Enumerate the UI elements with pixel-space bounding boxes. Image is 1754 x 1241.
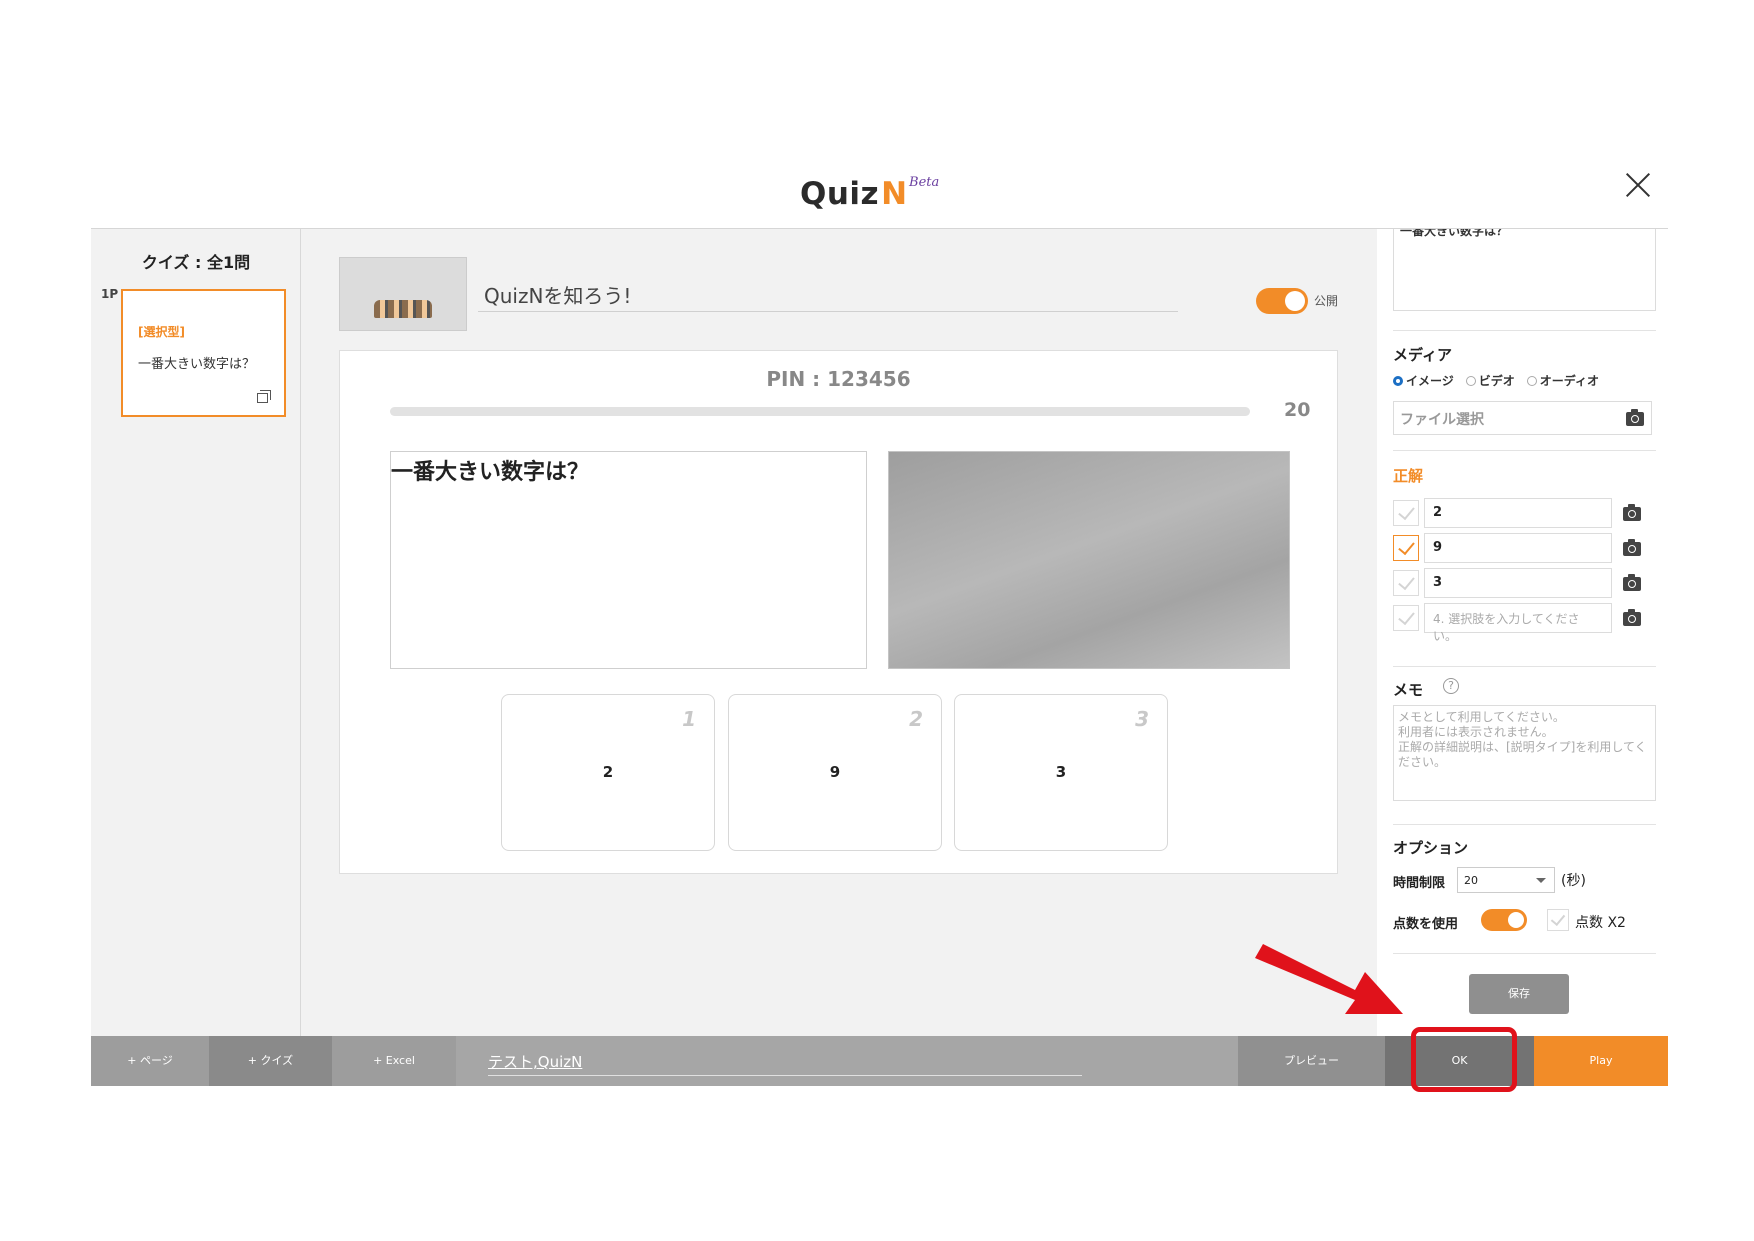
- ok-highlight-box: [1411, 1027, 1517, 1092]
- correct-checkbox[interactable]: [1393, 570, 1419, 596]
- correct-checkbox[interactable]: [1393, 605, 1419, 631]
- save-button[interactable]: 保存: [1469, 974, 1569, 1014]
- answer-card[interactable]: 2 9: [728, 694, 942, 851]
- tags-input[interactable]: [488, 1048, 1082, 1076]
- media-option-audio[interactable]: オーディオ: [1526, 372, 1599, 389]
- score-label: 点数を使用: [1393, 917, 1459, 932]
- camera-icon[interactable]: [1623, 504, 1641, 521]
- score-x2-label: 点数 X2: [1575, 915, 1626, 931]
- camera-icon[interactable]: [1623, 609, 1641, 626]
- answer-card[interactable]: 3 3: [954, 694, 1168, 851]
- logo-n: N: [881, 176, 908, 212]
- file-select-input[interactable]: ファイル選択: [1393, 401, 1652, 435]
- answer-value: 3: [1055, 763, 1067, 781]
- quiz-title-input[interactable]: [478, 278, 1178, 312]
- timer-value: 20: [1284, 399, 1311, 421]
- answer-number: 2: [909, 707, 923, 731]
- score-x2-checkbox[interactable]: [1547, 909, 1569, 931]
- media-option-image[interactable]: イメージ: [1393, 372, 1454, 389]
- memo-textarea[interactable]: メモとして利用してください。 利用者には表示されません。 正解の詳細説明は、[説…: [1393, 705, 1656, 801]
- answer-number: 1: [682, 707, 696, 731]
- camera-icon[interactable]: [1623, 539, 1641, 556]
- camera-icon[interactable]: [1623, 574, 1641, 591]
- logo-text: Quiz: [800, 176, 880, 212]
- play-button[interactable]: Play: [1534, 1036, 1668, 1086]
- answer-card[interactable]: 1 2: [501, 694, 715, 851]
- question-textarea[interactable]: 一番大きい数字は？: [1393, 229, 1656, 311]
- time-limit-select[interactable]: 20: [1457, 867, 1555, 893]
- answer-title: 正解: [1393, 467, 1424, 485]
- camera-icon[interactable]: [1626, 409, 1644, 426]
- quizn-logo: Quiz N Beta: [800, 172, 939, 212]
- answer-number: 3: [1135, 707, 1149, 731]
- choice-input[interactable]: 9: [1424, 533, 1612, 563]
- logo-beta: Beta: [909, 175, 940, 190]
- quiz-card-question: 一番大きい数字は？: [138, 357, 256, 372]
- question-text: 一番大きい数字は？: [391, 460, 590, 485]
- publish-toggle[interactable]: [1256, 288, 1308, 314]
- page-label: 1P: [101, 287, 119, 301]
- timer-progress-bar: [390, 407, 1250, 416]
- add-quiz-button[interactable]: + クイズ: [209, 1036, 332, 1086]
- quiz-list-panel: クイズ : 全1問 1P [選択型] 一番大きい数字は？: [91, 229, 301, 1036]
- cover-thumbnail[interactable]: [339, 257, 467, 331]
- media-title: メディア: [1393, 346, 1452, 364]
- time-unit: (秒): [1561, 873, 1586, 889]
- option-title: オプション: [1393, 839, 1469, 857]
- pin-code: PIN : 123456: [766, 367, 911, 391]
- memo-title: メモ: [1393, 681, 1424, 699]
- answer-value: 9: [829, 763, 841, 781]
- quiz-card[interactable]: [選択型] 一番大きい数字は？: [121, 289, 286, 417]
- settings-panel: 一番大きい数字は？ メディア イメージ ビデオ オーディオ ファイル選択 正解 …: [1377, 229, 1668, 1036]
- correct-checkbox[interactable]: [1393, 500, 1419, 526]
- red-arrow-icon: [1255, 944, 1403, 1014]
- preview-button[interactable]: プレビュー: [1238, 1036, 1385, 1086]
- cover-image: [374, 300, 432, 318]
- media-placeholder[interactable]: [888, 451, 1290, 669]
- question-box[interactable]: 一番大きい数字は？: [390, 451, 867, 669]
- file-select-label: ファイル選択: [1400, 412, 1484, 428]
- add-excel-button[interactable]: + Excel: [332, 1036, 456, 1086]
- time-limit-label: 時間制限: [1393, 876, 1446, 891]
- add-page-button[interactable]: + ページ: [91, 1036, 209, 1086]
- answer-value: 2: [602, 763, 614, 781]
- choice-input[interactable]: 3: [1424, 568, 1612, 598]
- media-type-options: イメージ ビデオ オーディオ: [1393, 372, 1599, 389]
- copy-icon[interactable]: [257, 390, 271, 403]
- choice-input[interactable]: 4. 選択肢を入力してください。: [1424, 603, 1612, 643]
- quiz-preview: PIN : 123456 20 一番大きい数字は？ 1 2 2 9 3 3: [339, 350, 1338, 874]
- time-limit-value: 20: [1464, 874, 1478, 887]
- help-icon[interactable]: ?: [1443, 678, 1459, 694]
- quiz-card-type: [選択型]: [138, 325, 185, 339]
- media-option-video[interactable]: ビデオ: [1465, 372, 1515, 389]
- score-toggle[interactable]: [1481, 909, 1527, 931]
- publish-label: 公開: [1314, 294, 1339, 308]
- correct-checkbox[interactable]: [1393, 535, 1419, 561]
- quiz-count: クイズ : 全1問: [141, 253, 251, 272]
- choice-input[interactable]: 2: [1424, 498, 1612, 528]
- close-icon[interactable]: [1625, 172, 1651, 198]
